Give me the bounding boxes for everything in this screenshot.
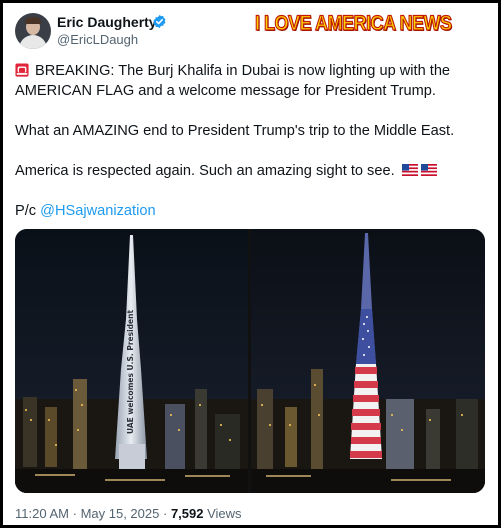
media-photo-right[interactable] [251, 229, 485, 493]
tweet-line-2: AMERICAN FLAG and a welcome message for … [15, 83, 436, 99]
meta-separator: · [72, 506, 77, 521]
photo-credit-prefix: P/c [15, 203, 37, 219]
tweet-date[interactable]: May 15, 2025 [81, 506, 160, 521]
burj-khalifa-welcome-photo: UAE welcomes U.S. President [15, 229, 248, 493]
tower-projected-text: UAE welcomes U.S. President [126, 310, 135, 434]
tweet-line-4: America is respected again. Such an amaz… [15, 161, 485, 181]
tweet-media-grid: UAE welcomes U.S. President [15, 229, 485, 493]
meta-separator: · [162, 506, 168, 521]
author-avatar[interactable] [15, 13, 51, 49]
siren-emoji-icon [15, 63, 29, 77]
author-name[interactable]: Eric Daugherty [57, 14, 157, 30]
views-count: 7,592 [170, 506, 204, 521]
author-handle[interactable]: @EricLDaugh [57, 32, 138, 47]
verified-badge-icon [153, 14, 166, 29]
us-flag-emoji-icon [401, 164, 418, 176]
media-photo-left[interactable]: UAE welcomes U.S. President [15, 229, 248, 493]
overlay-banner-text: I LOVE AMERICA NEWS [254, 11, 452, 35]
tweet-line-1-text: BREAKING: The Burj Khalifa in Dubai is n… [35, 63, 451, 79]
tweet-line-3: What an AMAZING end to President Trump's… [15, 123, 455, 139]
tweet-time[interactable]: 11:20 AM [15, 506, 69, 521]
tweet-meta: 11:20 AM · May 15, 2025 · 7,592 Views [15, 506, 242, 521]
tweet-line-4-text: America is respected again. Such an amaz… [15, 163, 395, 179]
views-label: Views [207, 506, 242, 521]
burj-khalifa-flag-photo [251, 229, 485, 493]
us-flag-emoji-icon [420, 164, 437, 176]
photo-credit: P/c @HSajwanization [15, 201, 485, 221]
tweet-line-1: BREAKING: The Burj Khalifa in Dubai is n… [15, 61, 485, 81]
tweet-card: Eric Daugherty @EricLDaugh I LOVE AMERIC… [3, 3, 498, 525]
photo-credit-mention-link[interactable]: @HSajwanization [40, 203, 155, 219]
